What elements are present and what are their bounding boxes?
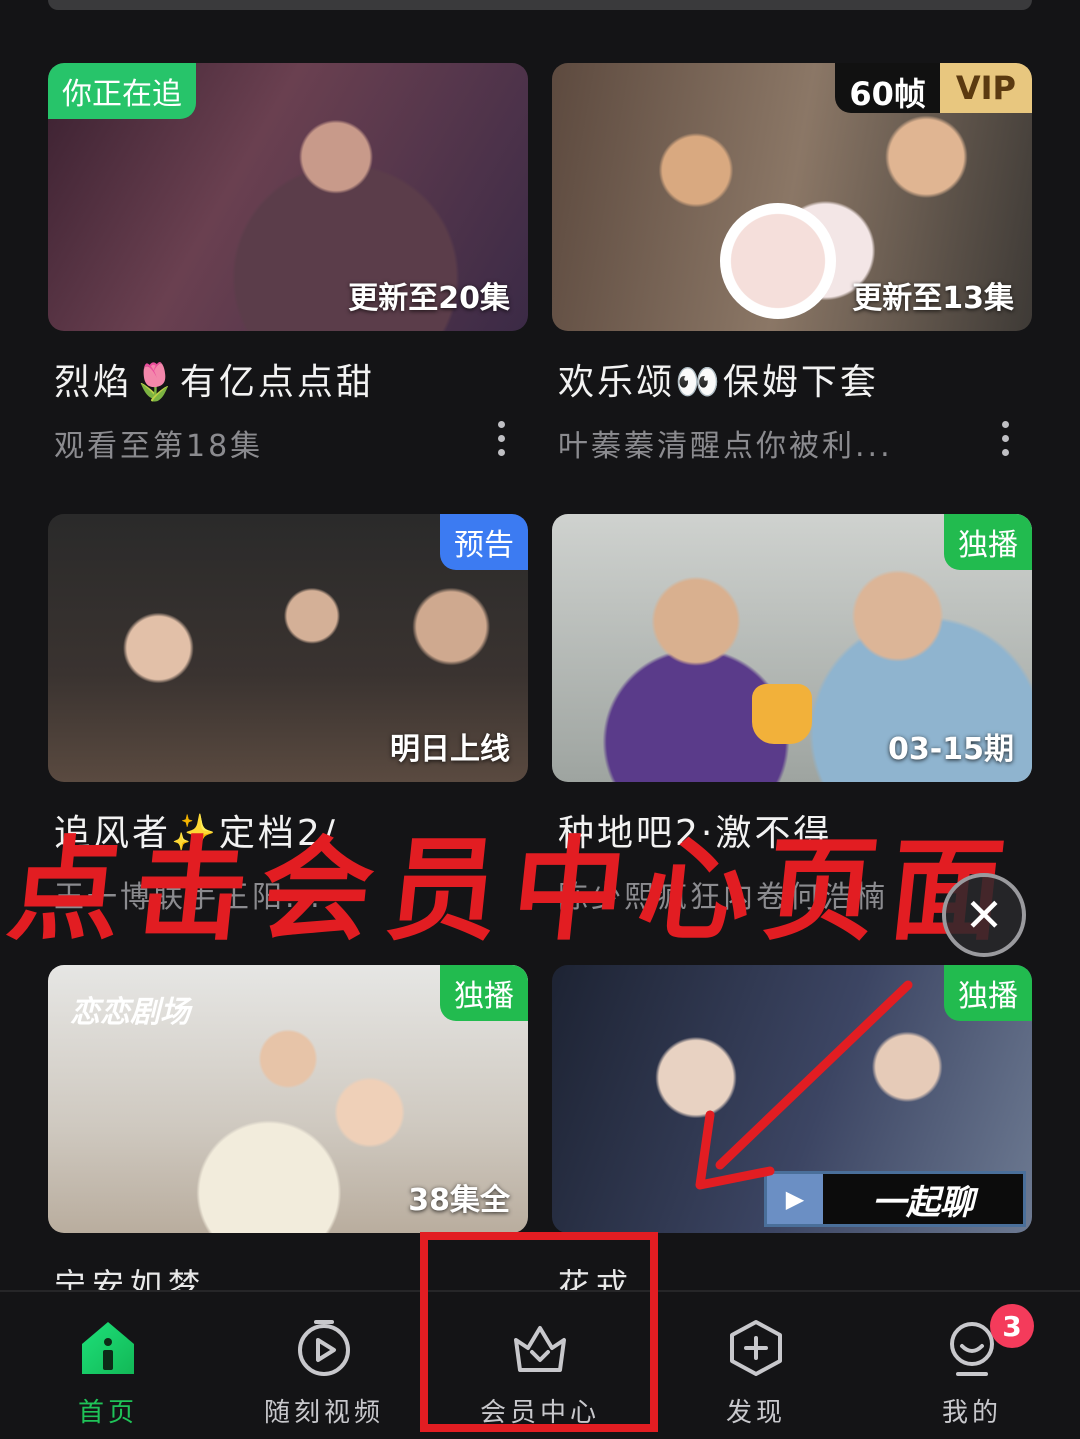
vip-label: VIP: [939, 63, 1032, 113]
exclusive-badge: 独播: [944, 514, 1032, 570]
video-thumbnail[interactable]: 独播 ▶ 一起聊: [552, 965, 1032, 1233]
plus-hexagon-icon: [730, 1320, 782, 1376]
episode-status: 38集全: [408, 1183, 510, 1218]
release-status: 明日上线: [390, 732, 510, 767]
more-options-icon[interactable]: [1002, 421, 1010, 456]
video-card-2[interactable]: 60帧 VIP 更新至13集 欢乐颂👀保姆下套 叶蓁蓁清醒点你被利...: [552, 63, 1032, 465]
nav-moments-label: 随刻视频: [263, 1398, 384, 1428]
video-title[interactable]: 烈焰🌷有亿点点甜: [48, 353, 528, 405]
nav-profile-label: 我的: [941, 1398, 1002, 1428]
close-button[interactable]: ✕: [942, 873, 1026, 957]
home-icon: [82, 1322, 134, 1374]
chat-banner-label: 一起聊: [872, 1182, 974, 1223]
nav-discover[interactable]: 发现: [648, 1292, 864, 1439]
exclusive-badge: 独播: [944, 965, 1032, 1021]
episode-status: 03-15期: [888, 732, 1014, 767]
video-thumbnail[interactable]: 恋恋剧场 独播 38集全: [48, 965, 528, 1233]
episode-status: 更新至20集: [348, 281, 510, 316]
notification-badge: 3: [990, 1304, 1034, 1348]
play-icon: ▶: [767, 1174, 823, 1224]
nav-home[interactable]: 首页: [0, 1292, 216, 1439]
close-icon: ✕: [964, 888, 1004, 942]
video-card-1[interactable]: 你正在追 更新至20集 烈焰🌷有亿点点甜 观看至第18集: [48, 63, 528, 465]
shiba-sticker-icon: [752, 684, 812, 744]
video-card-6[interactable]: 独播 ▶ 一起聊: [552, 965, 1032, 1233]
video-thumbnail[interactable]: 你正在追 更新至20集: [48, 63, 528, 331]
play-circle-icon: [298, 1320, 350, 1376]
video-subtitle: 观看至第18集: [54, 429, 264, 464]
nav-discover-label: 发现: [725, 1398, 786, 1428]
fps-label: 60帧: [835, 63, 940, 113]
annotation-instruction: 点击会员中心页面: [2, 825, 1024, 956]
exclusive-badge: 独播: [440, 965, 528, 1021]
video-thumbnail[interactable]: 独播 03-15期: [552, 514, 1032, 782]
nav-profile[interactable]: 我的 3: [864, 1292, 1080, 1439]
video-subtitle: 叶蓁蓁清醒点你被利...: [558, 429, 893, 464]
nav-moments-video[interactable]: 随刻视频: [216, 1292, 432, 1439]
vip-badge: 60帧 VIP: [835, 63, 1032, 113]
video-title[interactable]: 欢乐颂👀保姆下套: [552, 353, 1032, 405]
inset-circle-image: [720, 203, 836, 319]
episode-status: 更新至13集: [852, 281, 1014, 316]
preview-badge: 预告: [440, 514, 528, 570]
video-thumbnail[interactable]: 60帧 VIP 更新至13集: [552, 63, 1032, 331]
previous-card-edge: [48, 0, 1032, 10]
video-thumbnail[interactable]: 预告 明日上线: [48, 514, 528, 782]
video-card-5[interactable]: 恋恋剧场 独播 38集全: [48, 965, 528, 1233]
annotation-highlight-box: [420, 1232, 658, 1432]
nav-home-label: 首页: [77, 1398, 138, 1428]
chat-together-banner[interactable]: ▶ 一起聊: [764, 1171, 1026, 1227]
channel-logo: 恋恋剧场: [70, 995, 190, 1030]
following-badge: 你正在追: [48, 63, 196, 119]
more-options-icon[interactable]: [498, 421, 506, 456]
